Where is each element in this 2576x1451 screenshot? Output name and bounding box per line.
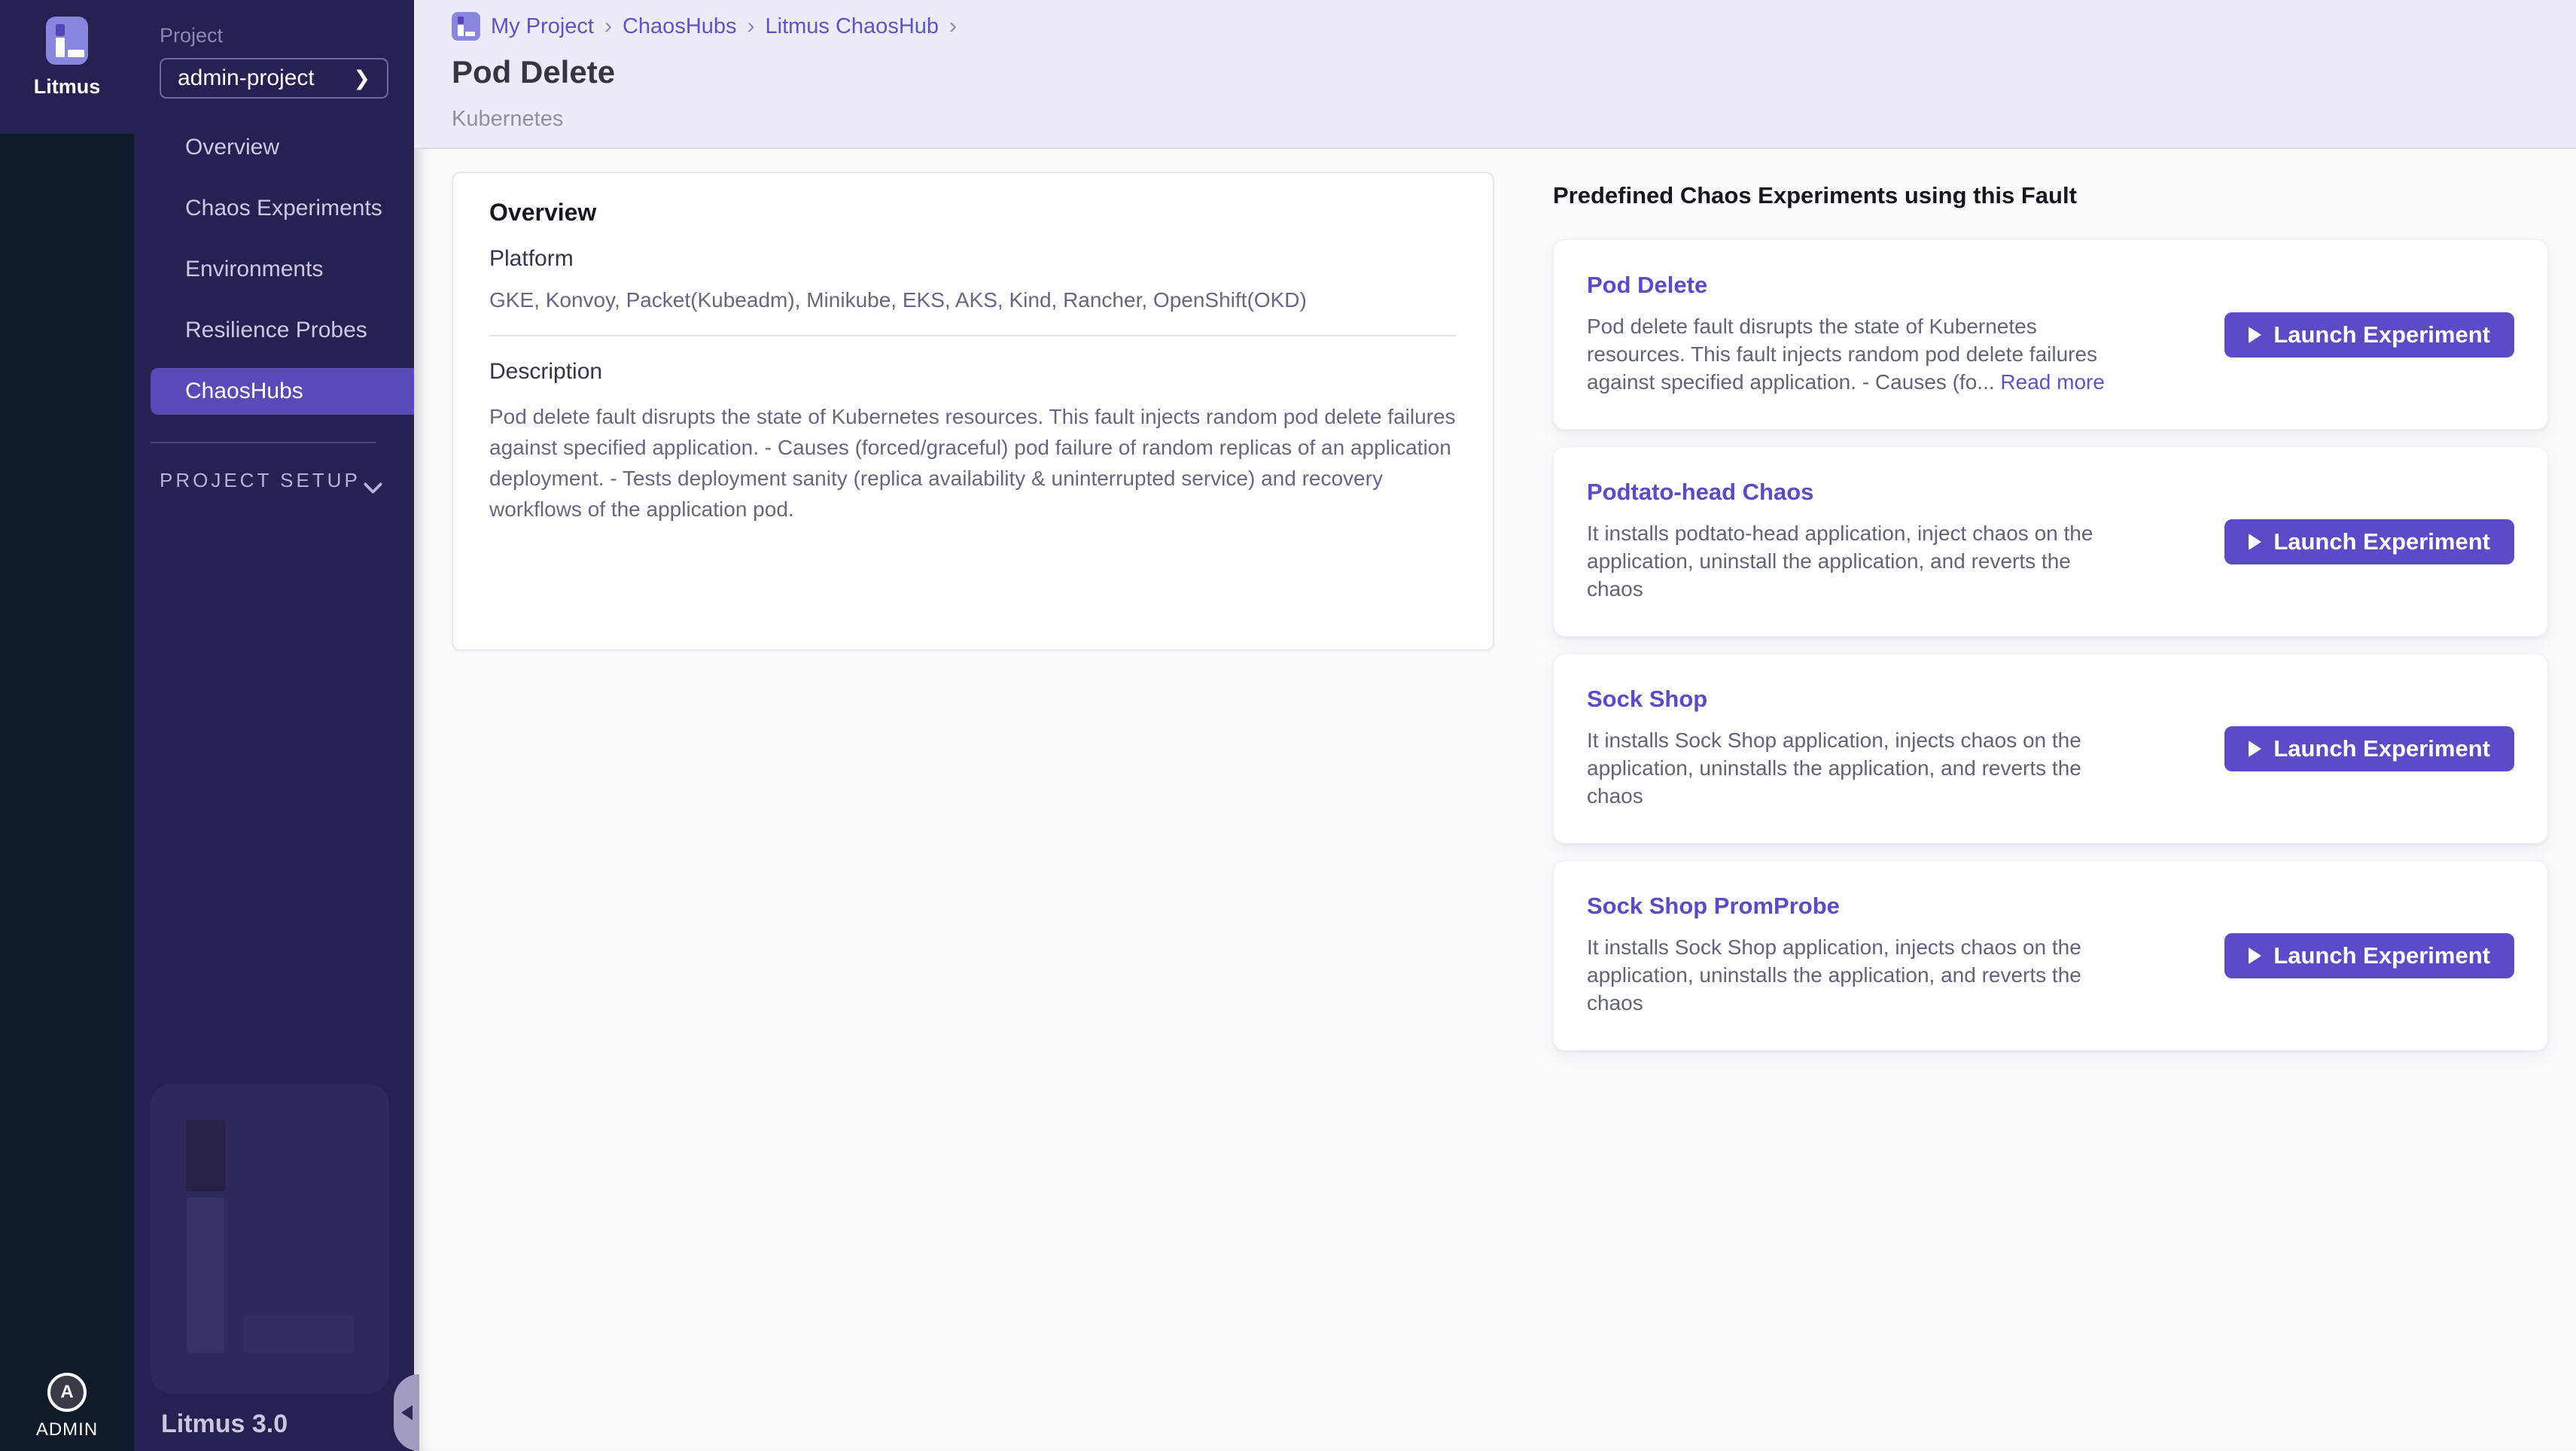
sidebar-collapse-handle[interactable] (394, 1374, 419, 1451)
launch-experiment-label: Launch Experiment (2273, 528, 2490, 555)
predefined-experiments-section: Predefined Chaos Experiments using this … (1553, 172, 2548, 1067)
content: Overview Platform GKE, Konvoy, Packet(Ku… (414, 149, 2576, 1067)
watermark-dot (186, 1120, 225, 1191)
litmus-watermark-logo (151, 1084, 389, 1394)
page-header: My Project › ChaosHubs › Litmus ChaosHub… (414, 0, 2576, 149)
sidebar-item-chaos-experiments[interactable]: Chaos Experiments (151, 185, 414, 232)
sidebar-item-label: ChaosHubs (185, 379, 303, 404)
breadcrumb-icon-foot (465, 32, 475, 36)
breadcrumb-chaoshubs[interactable]: ChaosHubs (623, 14, 737, 39)
breadcrumb-chevron-icon: › (748, 14, 755, 39)
read-more-link[interactable]: Read more (2000, 370, 2105, 394)
watermark-stem (187, 1197, 224, 1353)
rail-bottom: A ADMIN (0, 1373, 134, 1440)
version-label: Litmus 3.0 (161, 1410, 288, 1439)
project-setup-toggle[interactable]: PROJECT SETUP (160, 469, 385, 492)
launch-experiment-button[interactable]: Launch Experiment (2224, 519, 2514, 564)
project-label: Project (160, 24, 414, 47)
platform-value: GKE, Konvoy, Packet(Kubeadm), Minikube, … (489, 288, 1457, 312)
litmus-logo-stem (56, 38, 65, 57)
play-icon (2249, 327, 2261, 343)
experiment-description: Pod delete fault disrupts the state of K… (1587, 312, 2106, 396)
experiment-title-link[interactable]: Pod Delete (1587, 272, 2106, 299)
experiment-title-link[interactable]: Podtato-head Chaos (1587, 479, 2106, 506)
description-text: Pod delete fault disrupts the state of K… (489, 401, 1457, 525)
experiment-title-link[interactable]: Sock Shop (1587, 686, 2106, 713)
play-icon (2249, 948, 2261, 964)
litmus-breadcrumb-icon (452, 12, 480, 41)
page-title: Pod Delete (452, 54, 2576, 90)
fault-overview-card: Overview Platform GKE, Konvoy, Packet(Ku… (452, 172, 1494, 651)
breadcrumb: My Project › ChaosHubs › Litmus ChaosHub… (452, 12, 2576, 41)
sidebar-item-label: Chaos Experiments (185, 196, 382, 221)
launch-experiment-button[interactable]: Launch Experiment (2224, 933, 2514, 978)
left-rail: Litmus A ADMIN (0, 0, 134, 1451)
page-subtitle: Kubernetes (452, 107, 2576, 132)
overview-heading: Overview (489, 199, 1457, 227)
sidebar-item-label: Environments (185, 257, 323, 282)
litmus-app-window: Litmus A ADMIN Project admin-project ❯ O… (0, 0, 2576, 1451)
main-area: My Project › ChaosHubs › Litmus ChaosHub… (414, 0, 2576, 1451)
sidebar-nav: Overview Chaos Experiments Environments … (134, 124, 414, 415)
sidebar-item-chaoshubs[interactable]: ChaosHubs (151, 368, 414, 415)
admin-label: ADMIN (36, 1419, 98, 1440)
predefined-experiments-heading: Predefined Chaos Experiments using this … (1553, 182, 2548, 209)
experiment-card-body: Podtato-head Chaos It installs podtato-h… (1587, 474, 2106, 609)
launch-experiment-label: Launch Experiment (2273, 321, 2490, 348)
sidebar-item-environments[interactable]: Environments (151, 246, 414, 293)
experiment-card-sock-shop: Sock Shop It installs Sock Shop applicat… (1553, 653, 2548, 844)
sidebar-item-label: Overview (185, 135, 279, 160)
litmus-logo-foot (68, 50, 84, 57)
sidebar-item-label: Resilience Probes (185, 318, 367, 343)
sidebar-item-resilience-probes[interactable]: Resilience Probes (151, 307, 414, 354)
launch-experiment-label: Launch Experiment (2273, 942, 2490, 969)
breadcrumb-litmus-chaoshub[interactable]: Litmus ChaosHub (766, 14, 939, 39)
platform-label: Platform (489, 246, 1457, 272)
play-icon (2249, 534, 2261, 550)
litmus-home-link[interactable]: Litmus (0, 0, 134, 134)
watermark-foot (244, 1316, 355, 1353)
breadcrumb-icon-stem (458, 25, 464, 36)
project-selector[interactable]: admin-project ❯ (160, 58, 388, 99)
launch-experiment-button[interactable]: Launch Experiment (2224, 726, 2514, 771)
experiment-title-link[interactable]: Sock Shop PromProbe (1587, 893, 2106, 920)
sidebar-divider (151, 442, 376, 443)
launch-experiment-label: Launch Experiment (2273, 735, 2490, 762)
breadcrumb-chevron-icon: › (604, 14, 612, 39)
avatar-letter: A (60, 1382, 73, 1403)
litmus-logo-icon (46, 17, 88, 65)
experiment-card-pod-delete: Pod Delete Pod delete fault disrupts the… (1553, 239, 2548, 430)
chevron-down-icon (363, 474, 385, 488)
experiment-card-sock-shop-promprobe: Sock Shop PromProbe It installs Sock Sho… (1553, 860, 2548, 1051)
experiment-description: It installs podtato-head application, in… (1587, 519, 2106, 603)
experiment-card-list: Pod Delete Pod delete fault disrupts the… (1553, 239, 2548, 1051)
admin-avatar[interactable]: A (47, 1373, 87, 1412)
experiment-card-body: Sock Shop It installs Sock Shop applicat… (1587, 681, 2106, 816)
overview-divider (489, 335, 1457, 336)
litmus-logo-label: Litmus (34, 75, 101, 99)
project-sidebar: Project admin-project ❯ Overview Chaos E… (134, 0, 414, 1451)
play-icon (2249, 741, 2261, 757)
description-label: Description (489, 359, 1457, 385)
experiment-description: It installs Sock Shop application, injec… (1587, 726, 2106, 810)
litmus-logo-cap (56, 24, 65, 36)
project-setup-label: PROJECT SETUP (160, 469, 361, 492)
arrow-left-icon (401, 1405, 413, 1420)
sidebar-item-overview[interactable]: Overview (151, 124, 414, 171)
project-selector-value: admin-project (178, 65, 315, 91)
experiment-description: It installs Sock Shop application, injec… (1587, 933, 2106, 1017)
breadcrumb-chevron-icon: › (949, 14, 957, 39)
experiment-card-podtato-head: Podtato-head Chaos It installs podtato-h… (1553, 446, 2548, 637)
experiment-card-body: Sock Shop PromProbe It installs Sock Sho… (1587, 888, 2106, 1023)
launch-experiment-button[interactable]: Launch Experiment (2224, 312, 2514, 357)
experiment-card-body: Pod Delete Pod delete fault disrupts the… (1587, 267, 2106, 402)
chevron-right-icon: ❯ (353, 67, 370, 90)
breadcrumb-my-project[interactable]: My Project (491, 14, 594, 39)
breadcrumb-icon-cap (458, 17, 464, 24)
